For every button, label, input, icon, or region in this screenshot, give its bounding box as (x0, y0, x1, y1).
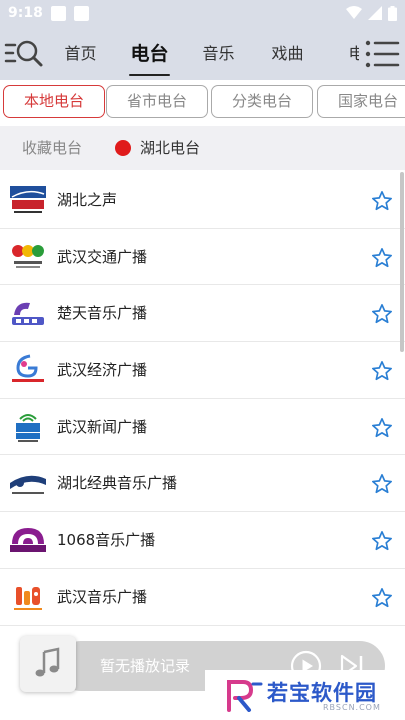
battery-icon (388, 5, 397, 21)
category-type[interactable]: 分类电台 (211, 85, 313, 118)
favorite-stations-link[interactable]: 收藏电台 (22, 126, 82, 170)
list-scrollbar[interactable] (400, 172, 404, 352)
watermark-subtext: RBSCN.COM (323, 703, 381, 712)
wuhan-economy-logo (12, 354, 44, 383)
station-row[interactable]: 湖北之声 (0, 172, 405, 229)
tab-label: 电台 (130, 43, 169, 65)
watermark-logo-icon (227, 680, 263, 712)
menu-button[interactable] (363, 38, 401, 70)
tab-music[interactable]: 音乐 (184, 28, 253, 80)
station-row[interactable]: 武汉交通广播 (0, 229, 405, 286)
status-time: 9:18 (8, 5, 43, 21)
current-region-dot (115, 140, 131, 156)
signal-icon (368, 6, 382, 20)
category-provincial[interactable]: 省市电台 (106, 85, 208, 118)
tab-label: 首页 (64, 44, 97, 63)
tab-opera[interactable]: 戏曲 (253, 28, 322, 80)
hubei-voice-logo (10, 186, 46, 213)
star-icon[interactable] (371, 303, 393, 325)
status-bar: 9:18 (0, 0, 405, 28)
station-row[interactable]: 武汉新闻广播 (0, 399, 405, 456)
station-name: 武汉经济广播 (57, 361, 148, 380)
tab-radio[interactable]: 电台 (115, 28, 184, 80)
star-icon[interactable] (371, 190, 393, 212)
category-row: 本地电台 省市电台 分类电台 国家电台 (0, 80, 405, 124)
tab-home[interactable]: 首页 (46, 28, 115, 80)
tab-label: 戏曲 (271, 44, 304, 63)
station-name: 武汉交通广播 (57, 247, 148, 266)
station-row[interactable]: 楚天音乐广播 (0, 285, 405, 343)
album-cover[interactable] (20, 636, 76, 692)
category-local[interactable]: 本地电台 (3, 85, 105, 118)
station-row[interactable]: 湖北经典音乐广播 (0, 455, 405, 513)
wuhan-news-logo (16, 413, 40, 442)
star-icon[interactable] (371, 417, 393, 439)
star-icon[interactable] (371, 530, 393, 552)
station-list: 湖北之声 武汉交通广播 楚天音乐广播 武汉经济广播 武汉新闻广播 湖北经典音乐广… (0, 172, 405, 626)
current-region-label[interactable]: 湖北电台 (140, 126, 200, 170)
search-icon (4, 40, 43, 67)
main-tabs: 首页 电台 音乐 戏曲 电 (46, 28, 359, 80)
music-1068-logo (10, 528, 46, 553)
menu-list-icon (365, 40, 400, 68)
hubei-classic-music-logo (10, 476, 46, 495)
station-name: 武汉新闻广播 (57, 417, 148, 436)
wuhan-music-logo (14, 586, 42, 610)
station-row[interactable]: 1068音乐广播 (0, 512, 405, 569)
watermark: 若宝软件园 RBSCN.COM (205, 670, 405, 720)
tab-more-partial[interactable]: 电 (322, 28, 359, 80)
station-name: 湖北经典音乐广播 (57, 474, 178, 493)
star-icon[interactable] (371, 360, 393, 382)
active-tab-indicator (129, 74, 170, 76)
star-icon[interactable] (371, 473, 393, 495)
player-status-text: 暂无播放记录 (100, 657, 191, 675)
wifi-icon (346, 6, 362, 19)
station-name: 1068音乐广播 (57, 531, 156, 550)
wuhan-traffic-logo (12, 244, 44, 268)
music-note-icon (35, 647, 60, 677)
notification-icon (51, 6, 66, 21)
top-nav: 首页 电台 音乐 戏曲 电 (0, 28, 405, 80)
category-national[interactable]: 国家电台 (317, 85, 405, 118)
station-name: 湖北之声 (57, 191, 118, 209)
region-bar: 收藏电台 湖北电台 (0, 126, 405, 170)
tab-label: 电 (348, 44, 359, 63)
tab-label: 音乐 (202, 44, 235, 63)
search-button[interactable] (4, 36, 46, 72)
station-row[interactable]: 武汉音乐广播 (0, 569, 405, 626)
chutian-music-logo (12, 303, 44, 326)
star-icon[interactable] (371, 247, 393, 269)
notification-icon (74, 6, 89, 21)
star-icon[interactable] (371, 587, 393, 609)
station-name: 楚天音乐广播 (57, 304, 148, 323)
station-name: 武汉音乐广播 (57, 587, 148, 606)
status-icons (346, 5, 397, 21)
station-row[interactable]: 武汉经济广播 (0, 342, 405, 399)
